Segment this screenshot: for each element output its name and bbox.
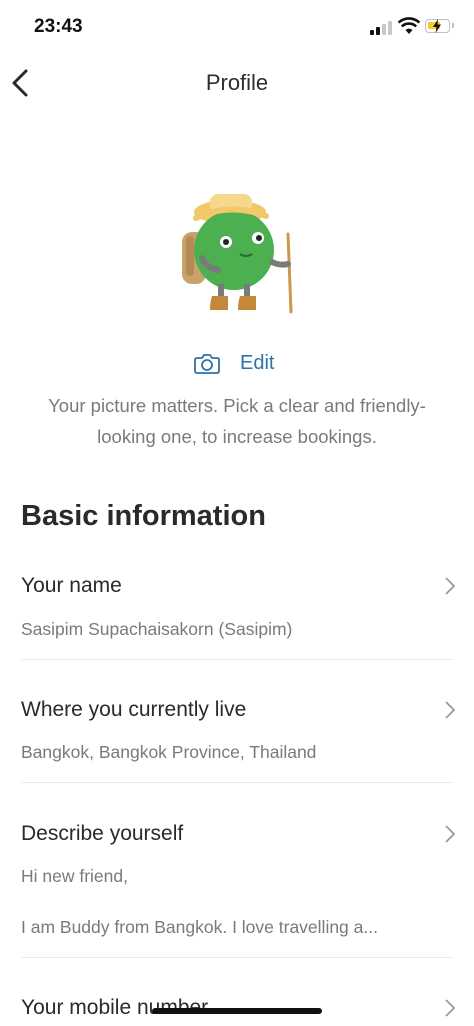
describe-row[interactable]: Describe yourself Hi new friend, I am Bu…	[0, 818, 474, 958]
edit-label: Edit	[240, 351, 275, 374]
name-label: Your name	[21, 574, 122, 597]
location-label: Where you currently live	[21, 698, 247, 721]
battery-icon	[425, 19, 454, 33]
camera-icon	[194, 354, 220, 374]
chevron-right-icon	[445, 577, 456, 595]
chevron-right-icon	[445, 999, 456, 1017]
name-row[interactable]: Your name Sasipim Supachaisakorn (Sasipi…	[0, 570, 474, 660]
divider	[21, 782, 454, 783]
edit-photo-button[interactable]: Edit	[194, 348, 274, 378]
describe-value-line2: I am Buddy from Bangkok. I love travelli…	[21, 917, 378, 937]
section-title: Basic information	[21, 500, 266, 532]
location-row[interactable]: Where you currently live Bangkok, Bangko…	[0, 694, 474, 784]
describe-value-line1: Hi new friend,	[21, 866, 128, 886]
divider	[21, 659, 454, 660]
page-title: Profile	[205, 70, 269, 95]
wifi-icon	[398, 17, 420, 34]
hiker-avatar[interactable]	[180, 188, 300, 316]
charging-bolt-icon	[433, 19, 441, 33]
chevron-right-icon	[445, 825, 456, 843]
name-value: Sasipim Supachaisakorn (Sasipim)	[21, 619, 293, 639]
cellular-signal-icon	[370, 19, 396, 35]
describe-label: Describe yourself	[21, 822, 184, 845]
photo-hint-text: Your picture matters. Pick a clear and f…	[48, 395, 426, 447]
status-bar: 23:43	[0, 0, 474, 58]
home-indicator[interactable]	[152, 1008, 322, 1014]
location-value: Bangkok, Bangkok Province, Thailand	[21, 742, 317, 762]
status-time: 23:43	[34, 16, 83, 37]
divider	[21, 957, 454, 958]
chevron-right-icon	[445, 701, 456, 719]
